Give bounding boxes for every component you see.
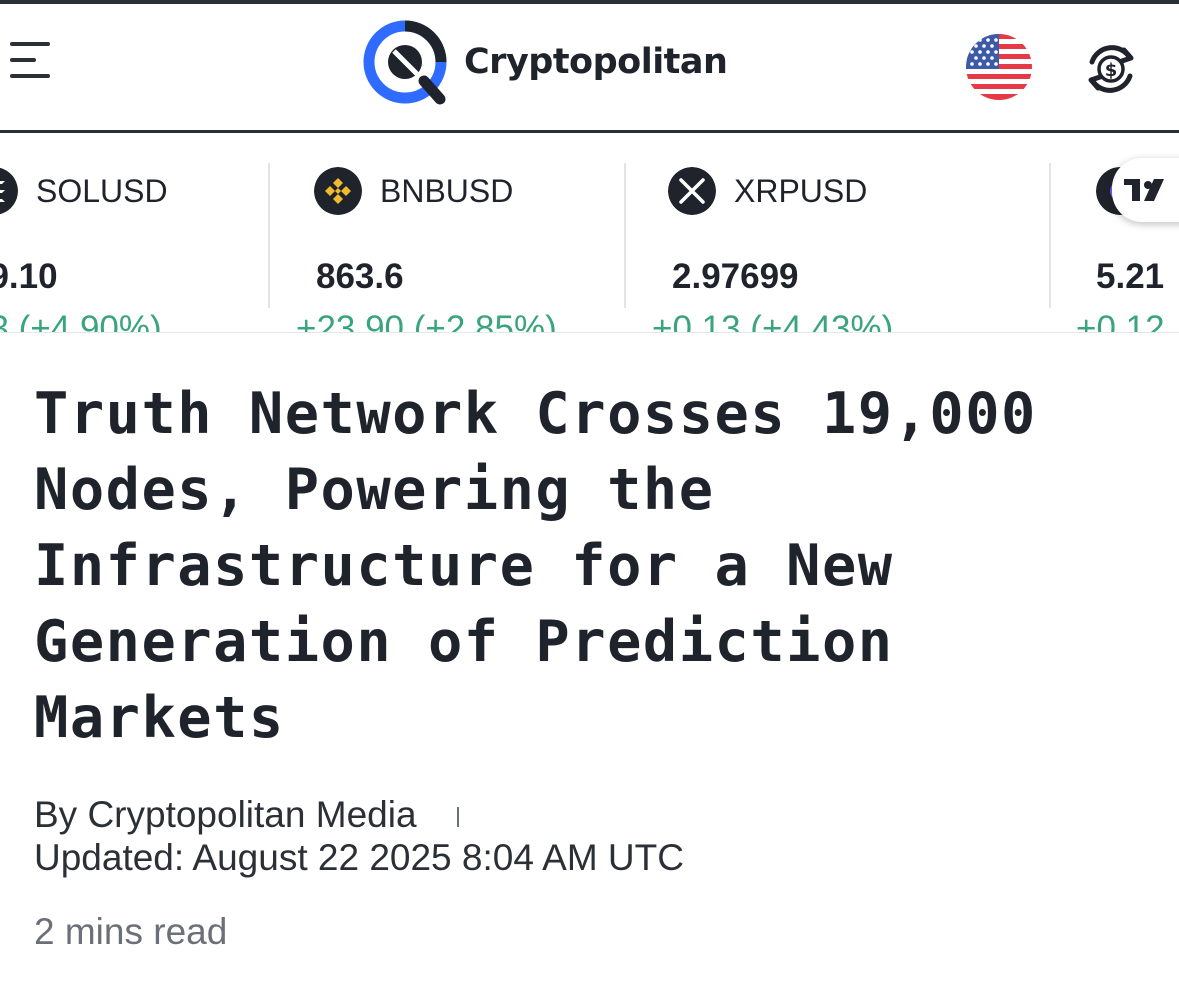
ticker-change: +23.90 (+2.85%) bbox=[296, 309, 557, 333]
ticker-symbol: SOLUSD bbox=[36, 172, 168, 209]
ticker-item-bnb[interactable]: BNBUSD 863.6 +23.90 (+2.85%) bbox=[296, 163, 616, 332]
ticker-item-xrp[interactable]: XRPUSD 2.97699 +0.13 (+4.43%) bbox=[652, 163, 1012, 332]
tradingview-badge[interactable] bbox=[1112, 158, 1179, 222]
ticker-price: 89.10 bbox=[0, 257, 58, 296]
ticker-item-sol[interactable]: SOLUSD 89.10 83 (+4.90%) bbox=[0, 163, 260, 332]
ticker-change: 83 (+4.90%) bbox=[0, 309, 162, 333]
solana-icon bbox=[0, 167, 18, 215]
site-header: Cryptopolitan $ bbox=[0, 4, 1179, 130]
tradingview-icon bbox=[1124, 179, 1164, 201]
read-time: 2 mins read bbox=[34, 911, 228, 952]
article-updated: Updated: August 22 2025 8:04 AM UTC bbox=[34, 837, 684, 878]
hamburger-menu-icon[interactable] bbox=[10, 42, 54, 82]
ticker-price: 5.21 bbox=[1096, 257, 1165, 296]
us-flag-icon[interactable] bbox=[966, 34, 1032, 100]
ticker-separator bbox=[624, 163, 626, 308]
price-ticker: SOLUSD 89.10 83 (+4.90%) BNBUSD 863.6 +2… bbox=[0, 133, 1179, 333]
article-byline: By Cryptopolitan Media bbox=[34, 795, 459, 835]
cryptopolitan-logo-icon bbox=[363, 20, 447, 105]
ticker-symbol: BNBUSD bbox=[380, 172, 514, 209]
currency-switch-icon[interactable]: $ bbox=[1082, 40, 1140, 98]
site-logo[interactable]: Cryptopolitan bbox=[362, 18, 728, 106]
ticker-change: +0.13 (+4.43%) bbox=[652, 309, 894, 333]
ticker-price: 2.97699 bbox=[672, 257, 799, 296]
bnb-icon bbox=[314, 167, 362, 215]
article-title: Truth Network Crosses 19,000 Nodes, Powe… bbox=[34, 381, 1037, 751]
svg-text:$: $ bbox=[1105, 60, 1118, 81]
ticker-separator bbox=[268, 163, 270, 308]
ticker-price: 863.6 bbox=[316, 257, 404, 296]
author-link[interactable]: By Cryptopolitan Media bbox=[34, 794, 417, 835]
ticker-separator bbox=[1049, 163, 1051, 308]
xrp-icon bbox=[668, 167, 716, 215]
byline-divider bbox=[456, 807, 459, 828]
ticker-change: +0.12 bbox=[1076, 309, 1165, 333]
ticker-symbol: XRPUSD bbox=[734, 172, 868, 209]
brand-name: Cryptopolitan bbox=[464, 42, 728, 82]
